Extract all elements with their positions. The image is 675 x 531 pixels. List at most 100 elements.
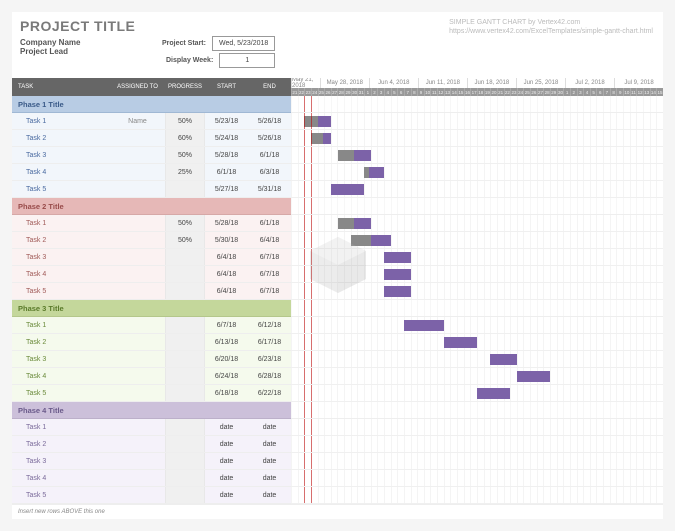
task-progress[interactable] <box>165 334 205 350</box>
display-week-value[interactable]: 1 <box>219 53 275 68</box>
task-row[interactable]: Task 3 50% 5/28/18 6/1/18 <box>12 147 291 164</box>
task-row[interactable]: Task 5 5/27/18 5/31/18 <box>12 181 291 198</box>
task-row[interactable]: Task 5 6/18/18 6/22/18 <box>12 385 291 402</box>
task-end[interactable]: date <box>248 441 291 448</box>
gantt-bar[interactable] <box>517 371 550 382</box>
task-start[interactable]: 6/20/18 <box>205 356 248 363</box>
task-row[interactable]: Task 2 date date <box>12 436 291 453</box>
task-row[interactable]: Task 1 6/7/18 6/12/18 <box>12 317 291 334</box>
task-progress[interactable] <box>165 453 205 469</box>
task-end[interactable]: 6/1/18 <box>248 220 291 227</box>
task-start[interactable]: 6/18/18 <box>205 390 248 397</box>
task-progress[interactable] <box>165 181 205 197</box>
task-start[interactable]: 6/7/18 <box>205 322 248 329</box>
phase-header[interactable]: Phase 4 Title <box>12 402 291 419</box>
task-end[interactable]: date <box>248 458 291 465</box>
task-progress[interactable] <box>165 317 205 333</box>
task-name[interactable]: Task 5 <box>12 288 110 295</box>
gantt-bar[interactable] <box>384 252 411 263</box>
task-progress[interactable] <box>165 436 205 452</box>
task-start[interactable]: 5/24/18 <box>205 135 248 142</box>
phase-header[interactable]: Phase 1 Title <box>12 96 291 113</box>
task-row[interactable]: Task 4 6/24/18 6/28/18 <box>12 368 291 385</box>
task-progress[interactable]: 50% <box>165 215 205 231</box>
task-name[interactable]: Task 5 <box>12 492 110 499</box>
task-end[interactable]: 6/12/18 <box>248 322 291 329</box>
task-row[interactable]: Task 3 date date <box>12 453 291 470</box>
task-start[interactable]: date <box>205 441 248 448</box>
gantt-bar[interactable] <box>404 320 444 331</box>
task-start[interactable]: 5/28/18 <box>205 152 248 159</box>
task-end[interactable]: 6/22/18 <box>248 390 291 397</box>
task-progress[interactable] <box>165 283 205 299</box>
task-name[interactable]: Task 3 <box>12 152 110 159</box>
task-end[interactable]: 6/17/18 <box>248 339 291 346</box>
task-end[interactable]: 6/7/18 <box>248 271 291 278</box>
task-row[interactable]: Task 4 6/4/18 6/7/18 <box>12 266 291 283</box>
gantt-bar-progress[interactable] <box>311 133 323 144</box>
task-name[interactable]: Task 1 <box>12 118 110 125</box>
task-start[interactable]: date <box>205 458 248 465</box>
task-row[interactable]: Task 5 date date <box>12 487 291 504</box>
gantt-bar[interactable] <box>490 354 517 365</box>
task-name[interactable]: Task 5 <box>12 390 110 397</box>
gantt-bar[interactable] <box>371 235 391 246</box>
task-name[interactable]: Task 1 <box>12 322 110 329</box>
gantt-bar-progress[interactable] <box>351 235 371 246</box>
task-name[interactable]: Task 1 <box>12 424 110 431</box>
task-end[interactable]: date <box>248 424 291 431</box>
task-end[interactable]: date <box>248 492 291 499</box>
phase-header[interactable]: Phase 3 Title <box>12 300 291 317</box>
task-row[interactable]: Task 4 date date <box>12 470 291 487</box>
task-start[interactable]: 6/13/18 <box>205 339 248 346</box>
gantt-bar[interactable] <box>323 133 331 144</box>
task-progress[interactable] <box>165 385 205 401</box>
task-end[interactable]: 6/23/18 <box>248 356 291 363</box>
task-start[interactable]: 5/27/18 <box>205 186 248 193</box>
task-name[interactable]: Task 3 <box>12 356 110 363</box>
task-progress[interactable] <box>165 249 205 265</box>
task-progress[interactable]: 50% <box>165 147 205 163</box>
gantt-bar-progress[interactable] <box>338 218 355 229</box>
gantt-bar[interactable] <box>477 388 510 399</box>
task-start[interactable]: 5/28/18 <box>205 220 248 227</box>
gantt-bar[interactable] <box>331 184 364 195</box>
gantt-bar[interactable] <box>354 218 371 229</box>
task-end[interactable]: 5/31/18 <box>248 186 291 193</box>
gantt-bar[interactable] <box>354 150 371 161</box>
task-name[interactable]: Task 4 <box>12 373 110 380</box>
gantt-bar[interactable] <box>444 337 477 348</box>
task-row[interactable]: Task 2 50% 5/30/18 6/4/18 <box>12 232 291 249</box>
task-end[interactable]: 5/26/18 <box>248 118 291 125</box>
task-start[interactable]: 6/4/18 <box>205 288 248 295</box>
task-name[interactable]: Task 2 <box>12 441 110 448</box>
project-start-value[interactable]: Wed, 5/23/2018 <box>212 36 275 51</box>
task-start[interactable]: 6/4/18 <box>205 271 248 278</box>
task-name[interactable]: Task 5 <box>12 186 110 193</box>
task-name[interactable]: Task 4 <box>12 271 110 278</box>
gantt-bar[interactable] <box>318 116 331 127</box>
task-row[interactable]: Task 1 Name 50% 5/23/18 5/26/18 <box>12 113 291 130</box>
task-start[interactable]: 6/4/18 <box>205 254 248 261</box>
task-progress[interactable] <box>165 368 205 384</box>
gantt-bar-progress[interactable] <box>338 150 355 161</box>
task-start[interactable]: 6/1/18 <box>205 169 248 176</box>
task-progress[interactable]: 50% <box>165 113 205 129</box>
gantt-bar[interactable] <box>384 286 411 297</box>
task-start[interactable]: 6/24/18 <box>205 373 248 380</box>
task-end[interactable]: 6/1/18 <box>248 152 291 159</box>
task-row[interactable]: Task 4 25% 6/1/18 6/3/18 <box>12 164 291 181</box>
task-end[interactable]: date <box>248 475 291 482</box>
task-row[interactable]: Task 2 6/13/18 6/17/18 <box>12 334 291 351</box>
task-row[interactable]: Task 3 6/4/18 6/7/18 <box>12 249 291 266</box>
task-row[interactable]: Task 2 60% 5/24/18 5/26/18 <box>12 130 291 147</box>
task-row[interactable]: Task 3 6/20/18 6/23/18 <box>12 351 291 368</box>
task-progress[interactable] <box>165 419 205 435</box>
gantt-bar[interactable] <box>369 167 384 178</box>
task-end[interactable]: 6/7/18 <box>248 288 291 295</box>
task-end[interactable]: 6/7/18 <box>248 254 291 261</box>
task-progress[interactable]: 50% <box>165 232 205 248</box>
company-name[interactable]: Company Name <box>20 38 655 47</box>
task-start[interactable]: 5/30/18 <box>205 237 248 244</box>
task-end[interactable]: 5/26/18 <box>248 135 291 142</box>
